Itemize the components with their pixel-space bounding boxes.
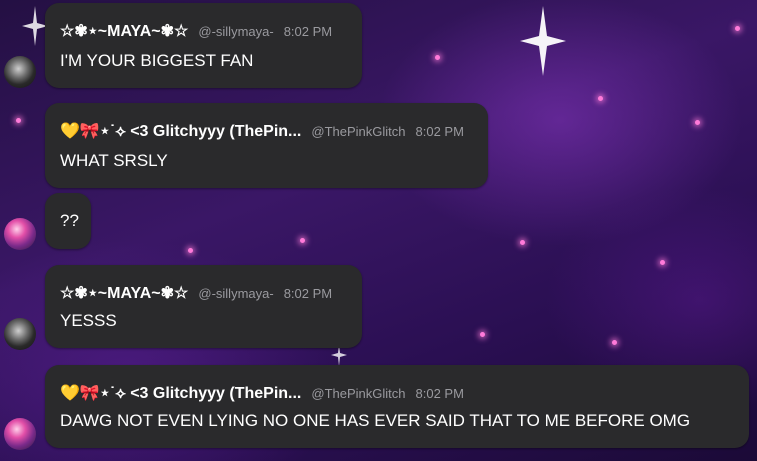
message-bubble[interactable]: ?? (45, 193, 91, 249)
maya-avatar[interactable] (4, 318, 36, 350)
user-handle: @ThePinkGlitch (311, 385, 406, 401)
star-dot (660, 260, 665, 265)
timestamp: 8:02 PM (283, 23, 333, 39)
message-header: ☆✾⋆~MAYA~✾☆ @-sillymaya- 8:02 PM (60, 283, 332, 303)
message-header: ☆✾⋆~MAYA~✾☆ @-sillymaya- 8:02 PM (60, 21, 332, 41)
star-dot (435, 55, 440, 60)
glitch-avatar[interactable] (4, 418, 36, 450)
timestamp: 8:02 PM (415, 385, 464, 401)
message-text: YESSS (60, 311, 117, 330)
star-dot (480, 332, 485, 337)
message-text: ?? (60, 211, 79, 230)
message-text: I'M YOUR BIGGEST FAN (60, 51, 254, 70)
star-dot (612, 340, 617, 345)
star-dot (16, 118, 21, 123)
message-header: 💛🎀⋆˙⟡ <3 Glitchyyy (ThePin... @ThePinkGl… (60, 121, 464, 141)
sparkle-icon (520, 6, 566, 76)
message-bubble[interactable]: 💛🎀⋆˙⟡ <3 Glitchyyy (ThePin... @ThePinkGl… (45, 365, 749, 448)
display-name[interactable]: ☆✾⋆~MAYA~✾☆ (60, 21, 188, 41)
user-handle: @-sillymaya- (198, 285, 274, 301)
display-name[interactable]: ☆✾⋆~MAYA~✾☆ (60, 283, 188, 303)
message-text: DAWG NOT EVEN LYING NO ONE HAS EVER SAID… (60, 411, 691, 430)
star-dot (695, 120, 700, 125)
display-name[interactable]: 💛🎀⋆˙⟡ <3 Glitchyyy (ThePin... (60, 121, 301, 141)
user-handle: @ThePinkGlitch (311, 123, 406, 139)
display-name[interactable]: 💛🎀⋆˙⟡ <3 Glitchyyy (ThePin... (60, 383, 301, 403)
message-bubble[interactable]: 💛🎀⋆˙⟡ <3 Glitchyyy (ThePin... @ThePinkGl… (45, 103, 488, 188)
message-bubble[interactable]: ☆✾⋆~MAYA~✾☆ @-sillymaya- 8:02 PM I'M YOU… (45, 3, 362, 88)
message-bubble[interactable]: ☆✾⋆~MAYA~✾☆ @-sillymaya- 8:02 PM YESSS (45, 265, 362, 348)
message-text: WHAT SRSLY (60, 151, 168, 170)
star-dot (598, 96, 603, 101)
star-dot (188, 248, 193, 253)
user-handle: @-sillymaya- (198, 23, 274, 39)
glitch-avatar[interactable] (4, 218, 36, 250)
star-dot (735, 26, 740, 31)
timestamp: 8:02 PM (415, 123, 464, 139)
maya-avatar[interactable] (4, 56, 36, 88)
star-dot (520, 240, 525, 245)
timestamp: 8:02 PM (283, 285, 333, 301)
star-dot (300, 238, 305, 243)
message-header: 💛🎀⋆˙⟡ <3 Glitchyyy (ThePin... @ThePinkGl… (60, 383, 464, 403)
